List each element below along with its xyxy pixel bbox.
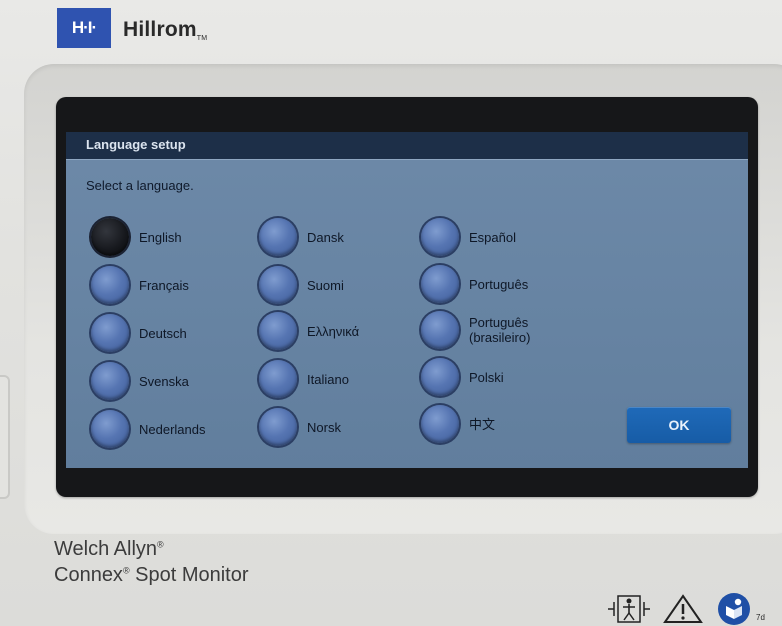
registered-mark: ® <box>122 565 130 576</box>
language-option-norsk[interactable]: Norsk <box>259 408 341 446</box>
language-label: Suomi <box>307 277 344 293</box>
instructions-version-text: 7d <box>756 613 765 622</box>
language-label: Nederlands <box>139 421 206 437</box>
language-option-english[interactable]: English <box>91 218 182 256</box>
language-label: Dansk <box>307 229 344 245</box>
language-label: Svenska <box>139 373 189 389</box>
language-label: Italiano <box>307 371 349 387</box>
dialog-title: Language setup <box>86 137 186 152</box>
radio-button[interactable] <box>259 360 297 398</box>
radio-button[interactable] <box>91 266 129 304</box>
language-label: Polski <box>469 369 504 385</box>
side-port <box>0 375 10 499</box>
radio-button-selected[interactable] <box>91 218 129 256</box>
language-label: Norsk <box>307 419 341 435</box>
radio-button[interactable] <box>259 266 297 304</box>
language-option-polski[interactable]: Polski <box>421 358 504 396</box>
radio-button[interactable] <box>91 314 129 352</box>
language-option-nederlands[interactable]: Nederlands <box>91 410 206 448</box>
consult-instructions-icon <box>718 593 750 625</box>
device-model-line: Connex® Spot Monitor <box>54 564 249 587</box>
radio-button[interactable] <box>259 312 297 350</box>
radio-button[interactable] <box>421 358 459 396</box>
device-model-suffix: Spot Monitor <box>129 564 249 586</box>
language-setup-dialog: Language setup Select a language. Englis… <box>66 132 748 468</box>
radio-button[interactable] <box>259 408 297 446</box>
radio-button[interactable] <box>421 311 459 349</box>
device-model-prefix: Connex <box>54 564 123 586</box>
language-label: Português <box>469 276 529 292</box>
language-option-italiano[interactable]: Italiano <box>259 360 349 398</box>
radio-button[interactable] <box>259 218 297 256</box>
brand-name-text: Hillrom <box>123 18 197 41</box>
regulatory-symbols: 7d <box>605 592 775 626</box>
radio-button[interactable] <box>91 362 129 400</box>
device-brand-line: Welch Allyn® <box>54 538 164 561</box>
language-option-suomi[interactable]: Suomi <box>259 266 344 304</box>
warning-icon <box>663 594 703 623</box>
language-label: 中文 <box>469 416 496 432</box>
language-option-portugues[interactable]: Português <box>421 265 528 303</box>
radio-button[interactable] <box>421 265 459 303</box>
language-option-greek[interactable]: Ελληνικά <box>259 312 359 350</box>
hillrom-logo: H·I· <box>57 8 111 48</box>
language-label: Ελληνικά <box>307 323 360 339</box>
radio-button[interactable] <box>421 405 459 443</box>
language-option-francais[interactable]: Français <box>91 266 189 304</box>
brand-name: HillromTM <box>123 18 207 42</box>
language-label: Deutsch <box>139 325 187 341</box>
radio-button[interactable] <box>91 410 129 448</box>
language-option-portugues-brasileiro[interactable]: Português (brasileiro) <box>421 311 530 349</box>
defibrillation-proof-type-bf-icon <box>608 595 650 623</box>
ok-button-label: OK <box>668 417 690 433</box>
dialog-header: Language setup <box>66 132 748 160</box>
hillrom-logo-mark: H·I· <box>71 18 97 37</box>
language-option-dansk[interactable]: Dansk <box>259 218 344 256</box>
language-option-svenska[interactable]: Svenska <box>91 362 189 400</box>
dialog-prompt: Select a language. <box>86 178 194 193</box>
language-label: Français <box>139 277 189 293</box>
brand-trademark: TM <box>196 35 208 42</box>
ok-button[interactable]: OK <box>627 407 731 443</box>
device-brand-text: Welch Allyn <box>54 538 158 560</box>
language-label: English <box>139 229 182 245</box>
language-option-deutsch[interactable]: Deutsch <box>91 314 187 352</box>
language-label: Español <box>469 229 516 245</box>
radio-button[interactable] <box>421 218 459 256</box>
language-option-espanol[interactable]: Español <box>421 218 516 256</box>
language-label: Português (brasileiro) <box>469 315 531 345</box>
language-option-chinese[interactable]: 中文 <box>421 405 495 443</box>
registered-mark: ® <box>157 539 164 550</box>
